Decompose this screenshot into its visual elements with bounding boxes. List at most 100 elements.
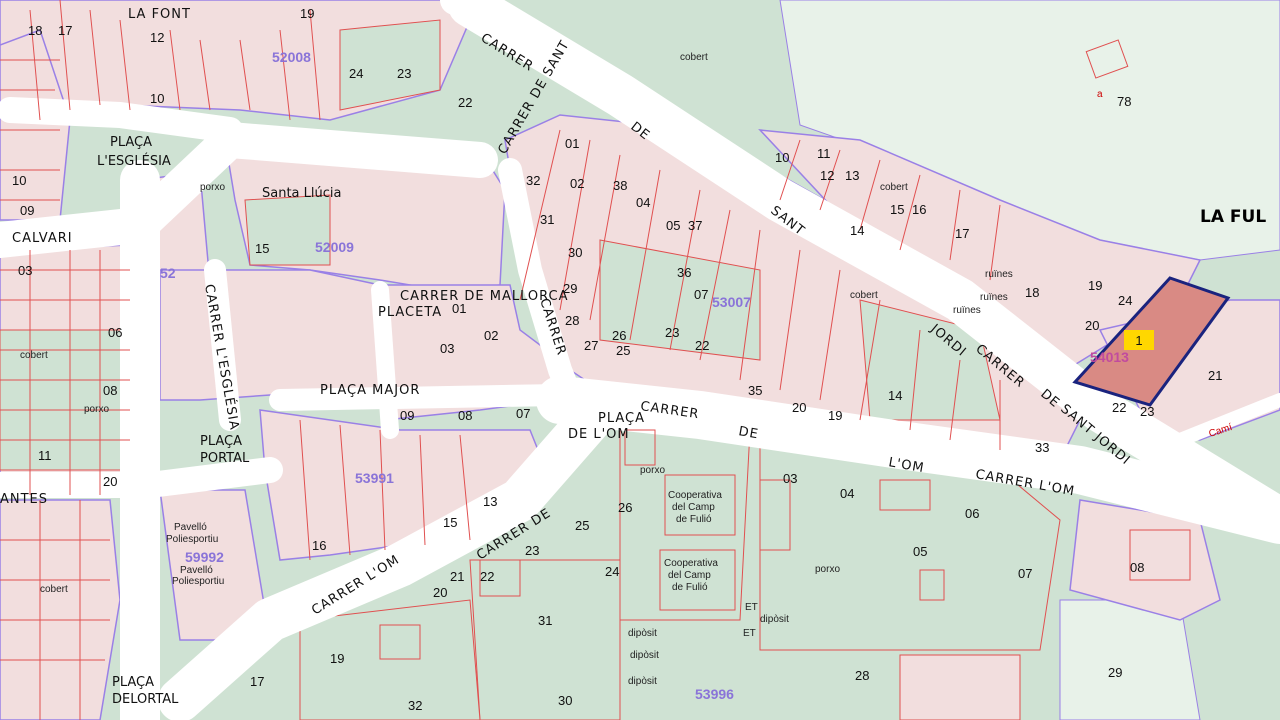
label-pavello-4: Poliesportiu — [172, 576, 224, 587]
parcel-a: a — [1097, 89, 1103, 100]
label-diposit-1: dipòsit — [628, 628, 657, 639]
parcel-12-g: 12 — [150, 30, 164, 45]
label-coop-6: de Fulió — [672, 582, 708, 593]
parcel-20-d: 20 — [433, 585, 447, 600]
parcel-16-d: 16 — [312, 538, 326, 553]
zone-label-52009: 52009 — [315, 239, 354, 255]
parcel-25-a: 25 — [575, 518, 589, 533]
parcel-17-a: 17 — [58, 23, 72, 38]
parcel-06-e: 06 — [108, 325, 122, 340]
parcel-11-e: 11 — [38, 448, 52, 463]
zone-label-53007: 53007 — [712, 294, 751, 310]
road-antes — [0, 457, 283, 498]
map-canvas[interactable]: 1 CARRER LA FONT PLAÇA L'ESGLÉSIA CALVAR… — [0, 0, 1280, 720]
parcel-11-a: 11 — [817, 146, 831, 161]
label-pavello-2: Poliesportiu — [166, 534, 218, 545]
parcel-08-e: 08 — [103, 383, 117, 398]
zone-label-59992: 59992 — [185, 549, 224, 565]
parcel-23-a: 23 — [397, 66, 411, 81]
parcel-03-d: 03 — [783, 471, 797, 486]
parcel-20-e: 20 — [103, 474, 117, 489]
label-cobert-5: cobert — [40, 584, 68, 595]
zone-label-52: 52 — [160, 265, 176, 281]
label-ruines-3: ruïnes — [980, 292, 1008, 303]
parcel-32-a: 32 — [526, 173, 540, 188]
parcel-14-a: 14 — [850, 223, 864, 238]
parcel-02-f: 02 — [484, 328, 498, 343]
parcel-25-f: 25 — [616, 343, 630, 358]
parcel-19-d: 19 — [330, 651, 344, 666]
label-coop-5: del Camp — [668, 570, 711, 581]
parcel-20-b: 20 — [1085, 318, 1099, 333]
label-porxo-2: porxo — [815, 564, 840, 575]
label-placa-delortal-1: PLAÇA — [112, 675, 154, 690]
parcel-30-d: 30 — [558, 693, 572, 708]
parcel-33-a: 33 — [1035, 440, 1049, 455]
parcel-15-a: 15 — [890, 202, 904, 217]
parcel-10-g: 10 — [150, 91, 164, 106]
label-placa-portal-1: PLAÇA — [200, 434, 242, 449]
parcel-22-c: 22 — [695, 338, 709, 353]
label-porxo-1: porxo — [200, 182, 225, 193]
label-et-1: ET — [745, 602, 758, 613]
parcel-24-b: 24 — [1118, 293, 1132, 308]
label-santa-llucia: Santa Llúcia — [262, 186, 341, 201]
parcel-27-f: 27 — [584, 338, 598, 353]
parcel-03-f: 03 — [440, 341, 454, 356]
parcel-10-a: 10 — [775, 150, 789, 165]
parcel-19-c: 19 — [828, 408, 842, 423]
parcel-20-c: 20 — [792, 400, 806, 415]
parcel-07-d: 07 — [1018, 566, 1032, 581]
parcel-17-d: 17 — [250, 674, 264, 689]
parcel-29-d: 29 — [1108, 665, 1122, 680]
zone-label-53996: 53996 — [695, 686, 734, 702]
block-carrer-lesglesia — [159, 269, 381, 401]
parcel-21-b: 21 — [1208, 368, 1222, 383]
parcel-08-d: 08 — [1130, 560, 1144, 575]
parcel-13-d: 13 — [483, 494, 497, 509]
parcel-21-d: 21 — [450, 569, 464, 584]
label-coop-2: del Camp — [672, 502, 715, 513]
zone-label-52008: 52008 — [272, 49, 311, 65]
parcel-32-d: 32 — [408, 698, 422, 713]
parcel-22-d: 22 — [480, 569, 494, 584]
parcel-38-a: 38 — [613, 178, 627, 193]
building-s7 — [899, 654, 1021, 720]
parcel-23-d: 23 — [525, 543, 539, 558]
parcel-24-d: 24 — [605, 564, 619, 579]
parcel-31-a: 31 — [540, 212, 554, 227]
parcel-36-a: 36 — [677, 265, 691, 280]
parcel-78: 78 — [1117, 94, 1131, 109]
parcel-15-c: 15 — [255, 241, 269, 256]
label-diposit-3: dipòsit — [628, 676, 657, 687]
parcel-07-a: 07 — [694, 287, 708, 302]
parcel-07-f: 07 — [516, 406, 530, 421]
parcel-28-a: 28 — [565, 313, 579, 328]
label-coop-4: Cooperativa — [664, 558, 718, 569]
parcel-badge-label: 1 — [1135, 333, 1142, 348]
cadastral-map[interactable]: 1 CARRER LA FONT PLAÇA L'ESGLÉSIA CALVAR… — [0, 0, 1280, 720]
label-calvari: CALVARI — [12, 231, 73, 246]
parcel-01-a: 01 — [565, 136, 579, 151]
label-cobert-1: cobert — [680, 52, 708, 63]
label-pavello-3: Pavelló — [180, 565, 213, 576]
label-coop-1: Cooperativa — [668, 490, 722, 501]
label-porxo-4: porxo — [84, 404, 109, 415]
parcel-26-f: 26 — [612, 328, 626, 343]
label-la-ful: LA FUL — [1200, 207, 1266, 227]
label-porxo-3: porxo — [640, 465, 665, 476]
parcel-22-a: 22 — [458, 95, 472, 110]
parcel-23-c: 23 — [665, 325, 679, 340]
label-placa-major: PLAÇA MAJOR — [320, 383, 420, 398]
parcel-09-e: 09 — [20, 203, 34, 218]
parcel-10-e: 10 — [12, 173, 26, 188]
parcel-31-d: 31 — [538, 613, 552, 628]
parcel-15-d: 15 — [443, 515, 457, 530]
parcel-14-c: 14 — [888, 388, 902, 403]
parcel-03-e: 03 — [18, 263, 32, 278]
label-coop-3: de Fulió — [676, 514, 712, 525]
green-7 — [469, 559, 621, 720]
label-placeta: PLACETA — [378, 305, 442, 320]
label-cobert-4: cobert — [20, 350, 48, 361]
label-diposit-4: dipòsit — [760, 614, 789, 625]
